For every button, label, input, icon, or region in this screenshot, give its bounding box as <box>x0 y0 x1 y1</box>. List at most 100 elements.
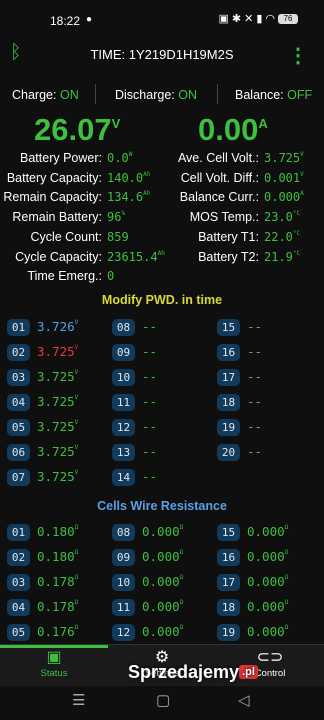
cell-unit: Ω <box>179 624 184 631</box>
app-header: ᛒ TIME: 1Y219D1H19M2S ⋮ <box>0 38 324 72</box>
cell-number-badge: 03 <box>7 369 30 386</box>
stat-label: Time Emerg.: <box>27 269 102 284</box>
cell-value: -- <box>247 419 262 434</box>
cell-value: 0.178Ω <box>37 574 78 589</box>
cell-value: 3.725V <box>37 444 78 459</box>
cell-voltage-item: 02 3.725V <box>7 344 107 362</box>
cell-number-value: -- <box>142 469 158 484</box>
cell-number-value: 0.000 <box>142 599 180 614</box>
cell-value: 0.000Ω <box>142 624 183 639</box>
cell-unit: V <box>74 419 79 426</box>
cell-value: 0.000Ω <box>142 574 183 589</box>
pack-voltage: 26.07V <box>34 112 120 148</box>
cell-number-value: -- <box>247 319 263 334</box>
divider <box>95 84 96 104</box>
cell-number-badge: 09 <box>112 344 135 361</box>
cell-number-badge: 12 <box>112 419 135 436</box>
cell-number-value: -- <box>142 394 158 409</box>
cell-value: 0.178Ω <box>37 599 78 614</box>
stat-unit: °C <box>292 249 301 257</box>
back-icon[interactable]: ◁ <box>238 691 250 709</box>
cell-unit: V <box>74 344 79 351</box>
cell-value: 0.000Ω <box>247 549 288 564</box>
stat-row: Ave. Cell Volt.: 3.725V <box>0 151 324 169</box>
status-bar: 18:22 ● ▣✱✕▮◠ 76 <box>0 0 324 38</box>
wire-resistance-item: 17 0.000Ω <box>217 574 317 592</box>
cell-unit: V <box>74 394 79 401</box>
cell-unit: Ω <box>74 524 79 531</box>
runtime-title: TIME: 1Y219D1H19M2S <box>90 47 234 62</box>
cell-number-value: 0.000 <box>142 574 180 589</box>
balance-status[interactable]: Balance: OFF <box>235 88 312 102</box>
cell-number-badge: 11 <box>112 394 135 411</box>
cell-unit: Ω <box>179 599 184 606</box>
cell-number-value: 3.726 <box>37 319 75 334</box>
cell-number-badge: 19 <box>217 419 240 436</box>
wire-resistance-item: 05 0.176Ω <box>7 624 107 642</box>
battery-icon: 76 <box>278 14 298 25</box>
cell-number-badge: 07 <box>7 469 30 486</box>
cell-value: 3.726V <box>37 319 78 334</box>
cell-number-value: 0.000 <box>142 624 180 639</box>
wire-resistance-item: 18 0.000Ω <box>217 599 317 617</box>
cell-unit: Ω <box>74 624 79 631</box>
cell-unit: V <box>74 369 79 376</box>
cell-number-badge: 18 <box>217 599 240 616</box>
cell-voltage-item: 20 -- <box>217 444 317 462</box>
cell-number-value: 0.178 <box>37 574 75 589</box>
charge-status[interactable]: Charge: ON <box>12 88 79 102</box>
recents-icon[interactable]: ☰ <box>72 691 85 709</box>
cell-number-badge: 10 <box>112 369 135 386</box>
cell-voltage-item: 07 3.725V <box>7 469 107 487</box>
cell-value: -- <box>142 394 157 409</box>
cell-voltage-item: 19 -- <box>217 419 317 437</box>
cell-value: 0.176Ω <box>37 624 78 639</box>
cell-voltage-item: 03 3.725V <box>7 369 107 387</box>
stat-label: Ave. Cell Volt.: <box>177 151 259 165</box>
cell-number-badge: 18 <box>217 394 240 411</box>
wire-resistance-item: 19 0.000Ω <box>217 624 317 642</box>
cell-unit: Ω <box>74 599 79 606</box>
tab-status[interactable]: ▣ Status <box>0 648 108 686</box>
cell-value: 3.725V <box>37 344 78 359</box>
section-title-voltages: Modify PWD. in time <box>101 293 223 307</box>
cell-value: -- <box>142 444 157 459</box>
cell-number-value: 3.725 <box>37 419 75 434</box>
cell-value: -- <box>247 369 262 384</box>
cell-number-badge: 19 <box>217 624 240 641</box>
cell-voltage-item: 15 -- <box>217 319 317 337</box>
cell-voltage-item: 16 -- <box>217 344 317 362</box>
cell-value: 3.725V <box>37 394 78 409</box>
cell-value: -- <box>247 319 262 334</box>
stat-unit: V <box>300 151 304 158</box>
cell-value: -- <box>247 444 262 459</box>
stat-row: Battery T2: 21.9°C <box>0 250 324 268</box>
bluetooth-status-icon: ✱ <box>231 13 245 25</box>
stat-label: Battery T1: <box>198 229 259 244</box>
cell-number-value: 0.176 <box>37 624 75 639</box>
cell-value: 0.000Ω <box>247 524 288 539</box>
cell-number-value: -- <box>247 394 263 409</box>
cell-unit: Ω <box>74 574 79 581</box>
cell-voltage-item: 05 3.725V <box>7 419 107 437</box>
discharge-status[interactable]: Discharge: ON <box>115 88 197 102</box>
cell-number-badge: 02 <box>7 549 30 566</box>
cell-number-value: 0.000 <box>247 549 285 564</box>
cell-number-value: 0.180 <box>37 549 75 564</box>
wire-resistance-item: 02 0.180Ω <box>7 549 107 567</box>
mute-icon: ✕ <box>244 13 257 25</box>
cell-value: 0.000Ω <box>142 524 183 539</box>
stat-number: 23.0 <box>264 210 293 225</box>
home-icon[interactable]: ▢ <box>156 691 170 709</box>
wire-resistance-item: 04 0.178Ω <box>7 599 107 617</box>
cell-number-badge: 04 <box>7 394 30 411</box>
stat-row: MOS Temp.: 23.0°C <box>0 210 324 228</box>
cell-number-value: 0.000 <box>247 624 285 639</box>
stat-unit: °C <box>292 229 301 237</box>
overflow-menu-icon[interactable]: ⋮ <box>288 43 308 68</box>
cell-number-badge: 12 <box>112 624 135 641</box>
stat-row: Cell Volt. Diff.: 0.001V <box>0 171 324 189</box>
cell-number-badge: 11 <box>112 599 135 616</box>
cell-value: 3.725V <box>37 419 78 434</box>
pack-voltage-unit: V <box>111 116 121 131</box>
